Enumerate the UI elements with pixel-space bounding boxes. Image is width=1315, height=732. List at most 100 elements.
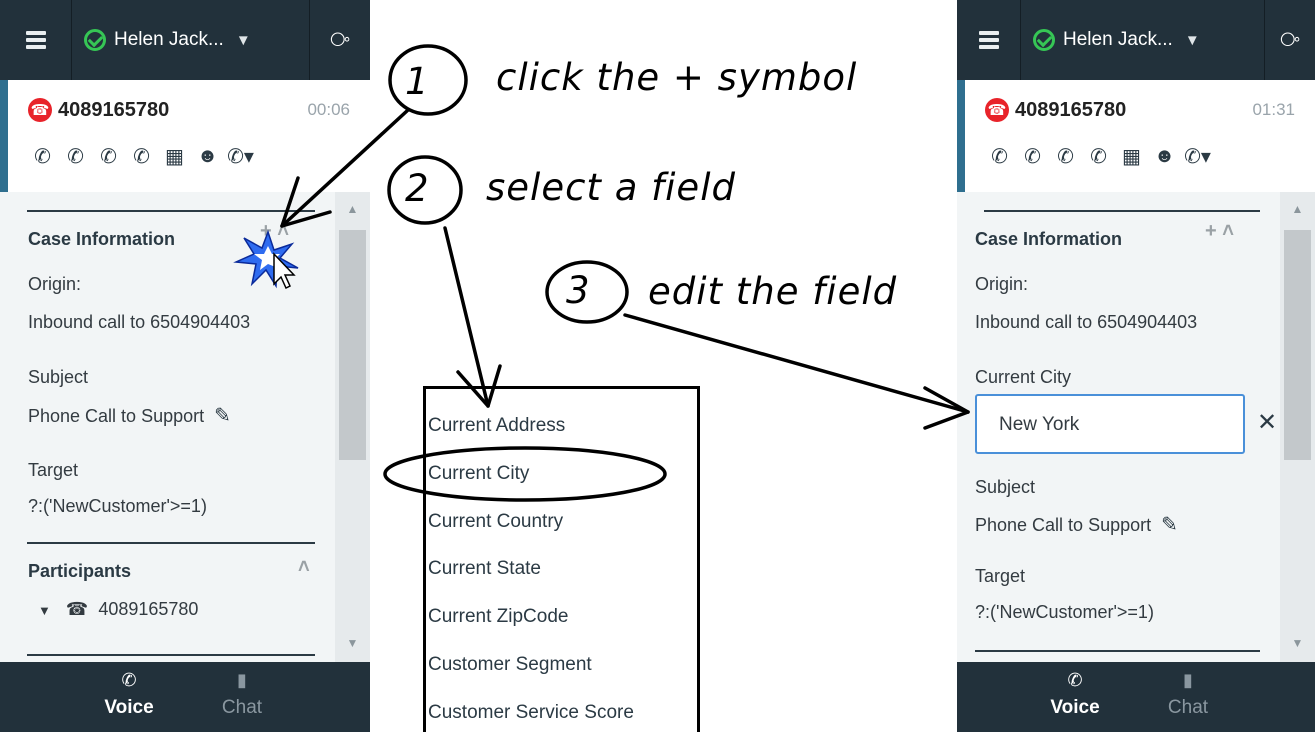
- conference-icon[interactable]: ✆: [1082, 144, 1115, 169]
- active-interaction[interactable]: ☎ 4089165780 01:31 ✆ ✆ ✆ ✆ ▦ ☻ ✆▾: [957, 80, 1315, 192]
- call-toolbar: ✆ ✆ ✆ ✆ ▦ ☻ ✆▾: [983, 144, 1214, 169]
- check-circle-icon: [1033, 29, 1055, 51]
- caller-number: 4089165780: [58, 98, 170, 121]
- origin-value: Inbound call to 6504904403: [28, 312, 251, 332]
- hamburger-icon: [978, 28, 999, 52]
- case-information-title: Case Information: [28, 229, 176, 249]
- phone-incoming-icon: ☎: [985, 98, 1009, 122]
- divider: [27, 542, 315, 544]
- target-value: ?:('NewCustomer'>=1): [975, 602, 1154, 622]
- keypad-icon[interactable]: ▦: [158, 144, 191, 169]
- current-city-input[interactable]: New York: [975, 394, 1245, 454]
- hold-icon[interactable]: ✆: [59, 144, 92, 169]
- end-call-icon[interactable]: ✆: [26, 144, 59, 169]
- current-city-value: New York: [999, 414, 1080, 435]
- transfer-icon[interactable]: ✆: [1049, 144, 1082, 169]
- agent-status-dropdown[interactable]: Helen Jack... ▼: [1021, 0, 1265, 80]
- voice-icon: ✆: [121, 670, 137, 690]
- tab-chat-label: Chat: [1167, 697, 1209, 718]
- hamburger-icon: [25, 28, 46, 52]
- tab-voice[interactable]: ✆ Voice: [84, 670, 174, 719]
- subject-label: Subject: [28, 367, 89, 387]
- participants-title: Participants: [28, 561, 132, 581]
- chat-icon: ▮: [1183, 670, 1193, 690]
- more-call-actions-icon[interactable]: ✆▾: [1181, 144, 1214, 169]
- transfer-icon[interactable]: ✆: [92, 144, 125, 169]
- current-city-label: Current City: [975, 367, 1072, 387]
- conference-icon[interactable]: ✆: [125, 144, 158, 169]
- call-timer: 01:31: [1252, 100, 1295, 119]
- close-icon[interactable]: ✕: [1257, 408, 1277, 437]
- lifebuoy-icon: ⧂: [330, 28, 350, 51]
- step-3-number: 3: [566, 269, 591, 312]
- tab-chat-label: Chat: [221, 697, 263, 718]
- scroll-down-icon[interactable]: ▼: [1280, 636, 1315, 650]
- check-circle-icon: [84, 29, 106, 51]
- subject-label: Subject: [975, 477, 1036, 497]
- subject-field[interactable]: Phone Call to Support ✎: [28, 403, 231, 428]
- scrollbar[interactable]: ▲ ▼: [1280, 192, 1315, 662]
- subject-value: Phone Call to Support: [975, 515, 1152, 535]
- list-item[interactable]: Current State: [428, 558, 541, 580]
- chevron-up-icon[interactable]: ˄: [298, 556, 310, 579]
- keypad-icon[interactable]: ▦: [1115, 144, 1148, 169]
- target-value: ?:('NewCustomer'>=1): [28, 496, 207, 516]
- menu-button[interactable]: [0, 0, 72, 80]
- subject-value: Phone Call to Support: [28, 406, 205, 426]
- list-item[interactable]: Customer Service Score: [428, 702, 634, 724]
- list-item[interactable]: Current Country: [428, 511, 563, 533]
- step-2-text: select a field: [486, 166, 736, 209]
- tab-voice-label: Voice: [1050, 697, 1100, 718]
- more-call-actions-icon[interactable]: ✆▾: [224, 144, 257, 169]
- step-1-number: 1: [405, 60, 430, 103]
- chevron-down-icon: ▼: [1184, 31, 1200, 49]
- tab-chat[interactable]: ▮ Chat: [197, 670, 287, 719]
- list-item[interactable]: Current City: [428, 463, 529, 485]
- scroll-down-icon[interactable]: ▼: [335, 636, 370, 650]
- phone-incoming-icon: ☎: [28, 98, 52, 122]
- origin-value: Inbound call to 6504904403: [975, 312, 1198, 332]
- tab-chat[interactable]: ▮ Chat: [1143, 670, 1233, 719]
- participant-phone-icon: ☎: [65, 599, 89, 619]
- case-information-title: Case Information: [975, 229, 1123, 249]
- agent-status-dropdown[interactable]: Helen Jack... ▼: [72, 0, 310, 80]
- add-field-button[interactable]: + ˄: [1205, 220, 1234, 243]
- subject-field[interactable]: Phone Call to Support ✎: [975, 512, 1178, 537]
- scroll-thumb[interactable]: [1284, 230, 1311, 460]
- list-item[interactable]: Customer Segment: [428, 654, 592, 676]
- chevron-down-icon: ▼: [38, 603, 51, 618]
- scroll-up-icon[interactable]: ▲: [335, 202, 370, 216]
- top-bar: Helen Jack... ▼ ⧂: [957, 0, 1315, 80]
- origin-label: Origin:: [975, 274, 1029, 294]
- consult-icon[interactable]: ☻: [1148, 145, 1181, 168]
- pencil-icon[interactable]: ✎: [1161, 512, 1178, 537]
- participant-row[interactable]: ▼ ☎ 4089165780: [38, 599, 198, 620]
- list-item[interactable]: Current Address: [428, 415, 565, 437]
- consult-icon[interactable]: ☻: [191, 145, 224, 168]
- agent-panel-after: Helen Jack... ▼ ⧂ ☎ 4089165780 01:31 ✆ ✆…: [957, 0, 1315, 732]
- field-selection-list: Current Address Current City Current Cou…: [423, 386, 700, 732]
- scroll-up-icon[interactable]: ▲: [1280, 202, 1315, 216]
- list-item[interactable]: Current ZipCode: [428, 606, 568, 628]
- origin-label: Origin:: [28, 274, 82, 294]
- divider: [27, 210, 315, 212]
- end-call-icon[interactable]: ✆: [983, 144, 1016, 169]
- voice-icon: ✆: [1067, 670, 1083, 690]
- active-interaction[interactable]: ☎ 4089165780 00:06 ✆ ✆ ✆ ✆ ▦ ☻ ✆▾: [0, 80, 370, 192]
- support-button[interactable]: ⧂: [1265, 0, 1315, 80]
- menu-button[interactable]: [957, 0, 1021, 80]
- channel-bar: ✆ Voice ▮ Chat: [0, 662, 370, 732]
- tab-voice[interactable]: ✆ Voice: [1030, 670, 1120, 719]
- scrollbar[interactable]: ▲ ▼: [335, 192, 370, 662]
- add-field-button[interactable]: + ˄: [260, 220, 289, 243]
- agent-name: Helen Jack...: [1063, 29, 1173, 50]
- participant-number: 4089165780: [98, 599, 199, 619]
- hold-icon[interactable]: ✆: [1016, 144, 1049, 169]
- support-button[interactable]: ⧂: [310, 0, 370, 80]
- step-3-text: edit the field: [648, 270, 898, 313]
- chevron-down-icon: ▼: [235, 31, 251, 49]
- scroll-thumb[interactable]: [339, 230, 366, 460]
- pencil-icon[interactable]: ✎: [214, 403, 231, 428]
- divider: [975, 650, 1260, 652]
- tab-voice-label: Voice: [104, 697, 154, 718]
